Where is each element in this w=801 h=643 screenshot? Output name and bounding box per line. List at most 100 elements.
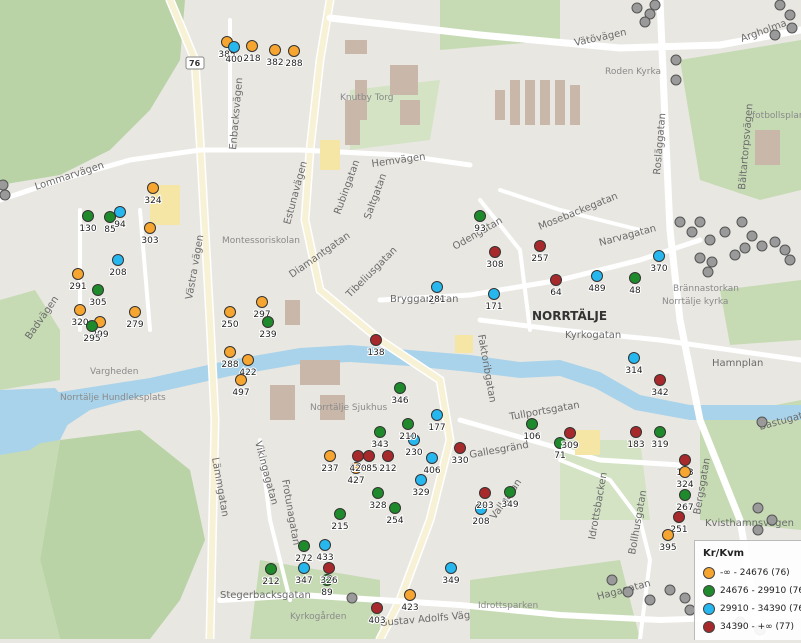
price-marker-dot-orange[interactable] (74, 304, 86, 316)
price-marker-dot-blue[interactable] (653, 250, 665, 262)
price-marker-dot-orange[interactable] (404, 589, 416, 601)
legend-item-3[interactable]: 29910 - 34390 (76) (703, 601, 801, 617)
price-marker-dot-blue[interactable] (319, 539, 331, 551)
price-marker-label: 288 (221, 360, 238, 370)
price-marker-dot-orange[interactable] (242, 354, 254, 366)
svg-text:Hamnplan: Hamnplan (712, 358, 763, 369)
price-marker-dot-green[interactable] (92, 284, 104, 296)
price-marker-dot-blue[interactable] (431, 281, 443, 293)
price-marker-dot-blue[interactable] (114, 206, 126, 218)
town-label: NORRTÄLJE (532, 308, 607, 323)
price-marker-dot-green[interactable] (504, 486, 516, 498)
price-marker-label: 208 (472, 517, 489, 527)
price-marker-dot-red[interactable] (489, 246, 501, 258)
price-marker-dot-blue[interactable] (628, 352, 640, 364)
svg-text:Kvisthamnsvägen: Kvisthamnsvägen (705, 518, 794, 529)
price-marker-dot-red[interactable] (654, 374, 666, 386)
price-marker-dot-green[interactable] (679, 489, 691, 501)
svg-text:Norrtälje Hundleksplats: Norrtälje Hundleksplats (60, 393, 166, 403)
price-marker-dot-green[interactable] (372, 487, 384, 499)
price-marker-label: 489 (588, 284, 605, 294)
price-marker-dot-red[interactable] (370, 334, 382, 346)
price-marker-dot-orange[interactable] (129, 306, 141, 318)
price-marker-dot-blue[interactable] (431, 409, 443, 421)
price-marker-label: 420 (349, 464, 366, 474)
price-marker-dot-orange[interactable] (235, 374, 247, 386)
price-marker-label: 395 (659, 543, 676, 553)
price-marker-label: 326 (320, 576, 337, 586)
price-marker-dot-red[interactable] (352, 450, 364, 462)
price-marker-dot-green[interactable] (334, 508, 346, 520)
price-marker-dot-orange[interactable] (679, 466, 691, 478)
legend-panel: Kr/Kvm -∞ - 24676 (76) 24676 - 29910 (76… (694, 540, 801, 640)
price-marker-label: 250 (221, 320, 238, 330)
price-marker-dot-red[interactable] (673, 511, 685, 523)
price-marker-dot-red[interactable] (564, 427, 576, 439)
price-marker-dot-blue[interactable] (228, 41, 240, 53)
price-marker-label: 349 (501, 500, 518, 510)
price-marker-dot-green[interactable] (265, 563, 277, 575)
price-marker-dot-blue[interactable] (488, 288, 500, 300)
price-marker-label: 329 (412, 488, 429, 498)
legend-item-4[interactable]: 34390 - +∞ (77) (703, 619, 794, 635)
price-marker-dot-red[interactable] (550, 274, 562, 286)
price-marker-label: 305 (89, 298, 106, 308)
price-marker-dot-green[interactable] (394, 382, 406, 394)
price-marker-label: 433 (316, 553, 333, 563)
price-marker-dot-red[interactable] (679, 454, 691, 466)
price-marker-dot-green[interactable] (389, 502, 401, 514)
price-marker-dot-blue[interactable] (298, 562, 310, 574)
svg-text:Montessoriskolan: Montessoriskolan (222, 236, 300, 246)
price-marker-dot-green[interactable] (374, 426, 386, 438)
price-marker-dot-red[interactable] (479, 487, 491, 499)
price-marker-dot-orange[interactable] (288, 45, 300, 57)
price-marker-dot-red[interactable] (323, 562, 335, 574)
price-marker-dot-orange[interactable] (147, 182, 159, 194)
price-marker-dot-green[interactable] (474, 210, 486, 222)
price-marker-dot-blue[interactable] (112, 254, 124, 266)
price-marker-dot-green[interactable] (654, 426, 666, 438)
price-marker-label: 254 (386, 516, 403, 526)
price-marker-label: 295 (83, 334, 100, 344)
svg-text:76: 76 (189, 59, 201, 68)
price-marker-dot-orange[interactable] (269, 44, 281, 56)
price-marker-dot-orange[interactable] (256, 296, 268, 308)
price-marker-dot-red[interactable] (630, 426, 642, 438)
legend-item-1[interactable]: -∞ - 24676 (76) (703, 565, 790, 581)
price-marker-dot-red[interactable] (371, 602, 383, 614)
price-marker-dot-red[interactable] (534, 240, 546, 252)
price-marker-dot-orange[interactable] (662, 529, 674, 541)
price-marker-dot-red[interactable] (454, 442, 466, 454)
price-marker-dot-orange[interactable] (324, 450, 336, 462)
price-marker-dot-orange[interactable] (144, 222, 156, 234)
price-marker-dot-blue[interactable] (415, 474, 427, 486)
price-marker-dot-red[interactable] (382, 450, 394, 462)
price-marker-label: 400 (225, 55, 242, 65)
map-view[interactable]: Vätövägen Hemvägen Lommarvägen Estunaväg… (0, 0, 801, 643)
price-marker-dot-orange[interactable] (246, 40, 258, 52)
price-marker-dot-orange[interactable] (224, 306, 236, 318)
svg-text:Knutby Torg: Knutby Torg (340, 93, 393, 103)
legend-item-2[interactable]: 24676 - 29910 (76) (703, 583, 801, 599)
price-marker-dot-green[interactable] (82, 210, 94, 222)
price-marker-dot-blue[interactable] (591, 270, 603, 282)
price-marker-dot-orange[interactable] (72, 268, 84, 280)
svg-text:Roden Kyrka: Roden Kyrka (605, 67, 661, 77)
map-canvas[interactable]: Vätövägen Hemvägen Lommarvägen Estunaväg… (0, 0, 801, 643)
price-marker-dot-green[interactable] (402, 418, 414, 430)
price-marker-dot-green[interactable] (86, 320, 98, 332)
price-marker-dot-green[interactable] (298, 540, 310, 552)
price-marker-label: 208 (109, 268, 126, 278)
price-marker-dot-green[interactable] (629, 272, 641, 284)
price-marker-dot-green[interactable] (262, 316, 274, 328)
price-marker-dot-red[interactable] (363, 450, 375, 462)
price-marker-dot-green[interactable] (526, 418, 538, 430)
price-marker-label: 319 (651, 440, 668, 450)
price-marker-dot-blue[interactable] (445, 562, 457, 574)
price-marker-label: 218 (243, 54, 260, 64)
price-marker-dot-blue[interactable] (426, 452, 438, 464)
price-marker-dot-orange[interactable] (224, 346, 236, 358)
svg-text:Vargheden: Vargheden (90, 367, 138, 377)
legend-swatch-blue (703, 603, 715, 615)
price-marker-label: 279 (126, 320, 143, 330)
